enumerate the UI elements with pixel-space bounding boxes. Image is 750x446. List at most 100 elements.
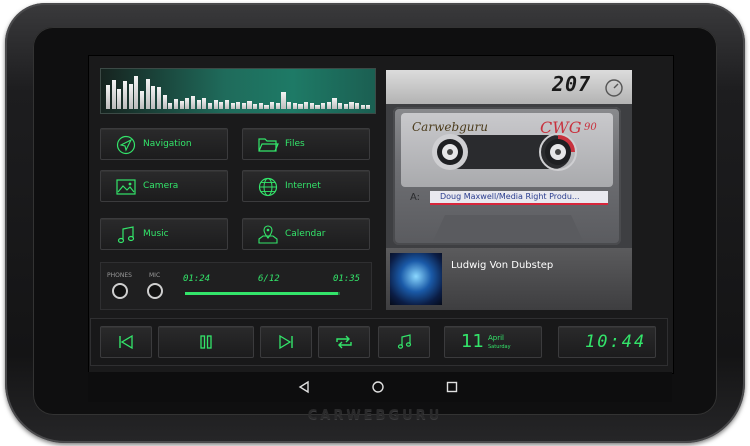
equalizer-bar [134,76,139,109]
equalizer-bar [366,105,371,109]
music-button[interactable]: Music [100,218,228,250]
equalizer-bar [338,103,343,109]
date-day: 11 [461,331,484,352]
speedometer-icon [605,79,623,97]
folder-icon [258,138,279,152]
phones-label: PHONES [107,272,132,279]
repeat-button[interactable] [318,326,370,358]
speed-bar [386,70,632,104]
equalizer-bar [281,92,286,109]
equalizer-bar [349,102,354,109]
next-button[interactable] [260,326,312,358]
camera-button[interactable]: Camera [100,170,228,202]
equalizer-bar [168,103,173,109]
equalizer-bar [106,85,111,109]
calendar-button[interactable]: Calendar [242,218,370,250]
music-note-icon [397,334,412,349]
progress-bar[interactable] [185,292,340,295]
equalizer-bar [355,103,360,109]
music-note-icon [117,226,135,244]
files-label: Files [285,139,305,149]
equalizer-bar [202,98,207,109]
right-reel-icon [539,133,577,171]
equalizer-bar [128,84,133,109]
equalizer-bar [253,104,258,109]
equalizer-bar [247,101,252,109]
equalizer-bar [190,96,196,109]
album-art [390,253,442,305]
equalizer-bar [224,100,229,109]
globe-icon [258,177,278,197]
equalizer-bar [326,102,331,109]
skip-previous-icon [119,335,133,349]
music-label: Music [143,229,169,239]
navigation-button[interactable]: Navigation [100,128,228,160]
date-weekday: Saturday [488,344,511,350]
phones-jack [112,283,128,299]
equalizer-bar [309,103,314,109]
speed-readout: 207 [552,72,592,96]
image-icon [116,179,136,195]
equalizer-bar [343,104,348,109]
equalizer-bar [185,98,190,109]
equalizer-bar [213,100,218,109]
equalizer-bar [162,95,167,109]
previous-button[interactable] [100,326,152,358]
date-widget[interactable]: 11 April Saturday [444,326,542,358]
equalizer-bar [230,103,235,109]
date-month: April [488,334,504,342]
map-calendar-icon [258,225,278,244]
track-position: 6/12 [258,274,280,284]
equalizer-bar [258,103,263,109]
internet-button[interactable]: Internet [242,170,370,202]
pause-icon [200,335,212,349]
repeat-icon [336,335,352,349]
equalizer-bar [196,100,201,109]
equalizer-bar [270,102,275,109]
cassette-track-label: Doug Maxwell/Media Right Produ... [430,191,608,205]
equalizer-bar [179,101,184,109]
equalizer-bar [151,86,156,109]
now-playing-title: Ludwig Von Dubstep [451,260,554,271]
equalizer-bar [145,79,150,109]
equalizer-bar [321,103,326,109]
pause-button[interactable] [158,326,254,358]
clock-widget[interactable]: 10:44 [558,326,656,358]
equalizer-bar [241,103,246,109]
camera-label: Camera [143,181,179,191]
navigation-arrow-icon [116,135,136,155]
equalizer-bar [304,102,309,109]
left-reel-icon [432,134,468,170]
cassette-bottom [433,215,583,241]
equalizer-bar [298,104,303,109]
equalizer-bar [287,102,292,109]
elapsed-time: 01:24 [183,274,211,284]
equalizer-bar [332,98,337,109]
equalizer-bar [360,105,365,109]
recents-icon[interactable] [445,380,459,394]
navigation-label: Navigation [143,139,192,149]
files-button[interactable]: Files [242,128,370,160]
back-icon[interactable] [297,380,311,394]
equalizer-bar [117,89,122,109]
cassette-brand-number: 90 [584,122,597,133]
calendar-label: Calendar [285,229,326,239]
equalizer-bar [207,103,213,109]
player-panel [100,262,372,310]
equalizer-bar [292,103,297,109]
equalizer-bar [315,105,320,109]
cassette-track-text: Doug Maxwell/Media Right Produ... [440,192,580,201]
mic-jack [147,283,163,299]
clock-time: 10:44 [585,332,647,352]
equalizer-bar [236,102,241,109]
equalizer-bar [122,81,128,109]
equalizer-bar [219,102,224,109]
progress-fill [185,292,339,295]
equalizer-bar [111,80,116,109]
equalizer-bar [139,91,145,109]
internet-label: Internet [285,181,321,191]
skip-next-icon [279,335,293,349]
mic-label: MIC [149,272,161,279]
home-icon[interactable] [371,380,385,394]
playlist-button[interactable] [378,326,430,358]
